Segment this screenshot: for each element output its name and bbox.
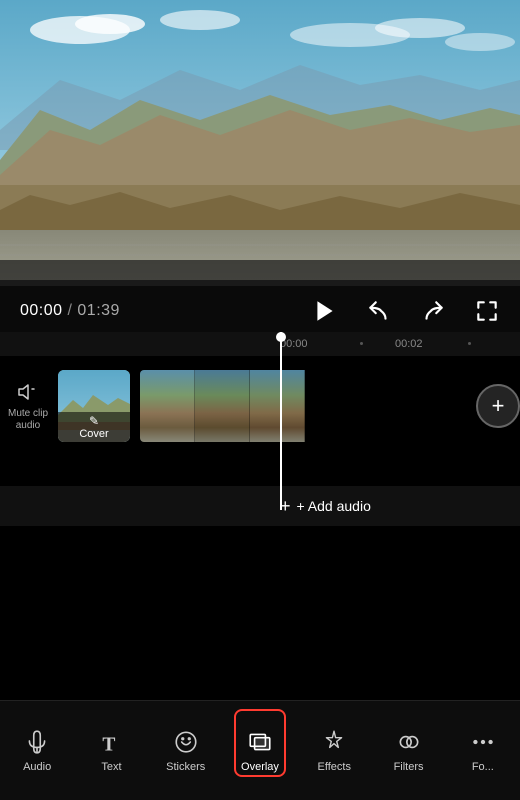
control-buttons (312, 298, 500, 324)
play-icon (312, 298, 338, 324)
cover-overlay: ✎ Cover (58, 412, 130, 442)
clip-frame-1 (140, 370, 195, 442)
add-audio-button[interactable]: + + Add audio (280, 496, 371, 517)
video-clip-strip (140, 370, 468, 442)
speaker-icon (16, 380, 40, 404)
clip-frame-3 (250, 370, 305, 442)
video-track-strip[interactable]: + (140, 370, 520, 442)
text-label: Text (101, 761, 121, 773)
filters-icon (396, 729, 422, 755)
video-track-row: Mute clip audio (0, 366, 520, 446)
toolbar-overlay[interactable]: Overlay (223, 701, 297, 800)
timeline-ruler: 00:00 00:02 (0, 332, 520, 356)
add-clip-button[interactable]: + (476, 384, 520, 428)
effects-label: Effects (318, 761, 351, 773)
fullscreen-icon (474, 298, 500, 324)
undo-button[interactable] (366, 298, 392, 324)
controls-area: 00:00 / 01:39 (0, 286, 520, 332)
cover-edit-icon: ✎ (89, 414, 99, 428)
timeline-tracks: Mute clip audio (0, 356, 520, 486)
playhead (280, 332, 282, 510)
track-left-tools: Mute clip audio (0, 370, 140, 442)
audio-icon (24, 729, 50, 755)
cover-label: Cover (79, 428, 108, 440)
play-button[interactable] (312, 298, 338, 324)
toolbar-filters[interactable]: Filters (371, 701, 445, 800)
toolbar-audio[interactable]: Audio (0, 701, 74, 800)
text-icon: T (98, 729, 124, 755)
mute-clip-label: Mute clip audio (8, 408, 48, 432)
time-separator: / (63, 302, 78, 319)
toolbar-stickers[interactable]: Stickers (149, 701, 223, 800)
toolbar-more[interactable]: Fo... (446, 701, 520, 800)
overlay-label: Overlay (241, 761, 279, 773)
filters-label: Filters (394, 761, 424, 773)
bottom-toolbar: Audio T Text Stickers Overlay Effects (0, 700, 520, 800)
overlay-icon (247, 729, 273, 755)
video-preview (0, 0, 520, 280)
ruler-time-end: 00:02 (395, 338, 423, 350)
effects-icon (321, 729, 347, 755)
svg-text:T: T (103, 734, 116, 754)
mute-clip-button[interactable]: Mute clip audio (8, 380, 48, 432)
current-time: 00:00 (20, 302, 63, 319)
audio-label: Audio (23, 761, 51, 773)
stickers-label: Stickers (166, 761, 205, 773)
redo-icon (420, 298, 446, 324)
fullscreen-button[interactable] (474, 298, 500, 324)
time-display: 00:00 / 01:39 (20, 302, 120, 320)
total-time: 01:39 (77, 302, 120, 319)
add-audio-row: + + Add audio (0, 486, 520, 526)
stickers-icon (173, 729, 199, 755)
clip-frame-2 (195, 370, 250, 442)
undo-icon (366, 298, 392, 324)
cover-button[interactable]: ✎ Cover (58, 370, 130, 442)
toolbar-effects[interactable]: Effects (297, 701, 371, 800)
more-label: Fo... (472, 761, 494, 773)
more-icon (470, 729, 496, 755)
toolbar-text[interactable]: T Text (74, 701, 148, 800)
redo-button[interactable] (420, 298, 446, 324)
add-audio-label: + Add audio (297, 498, 371, 514)
